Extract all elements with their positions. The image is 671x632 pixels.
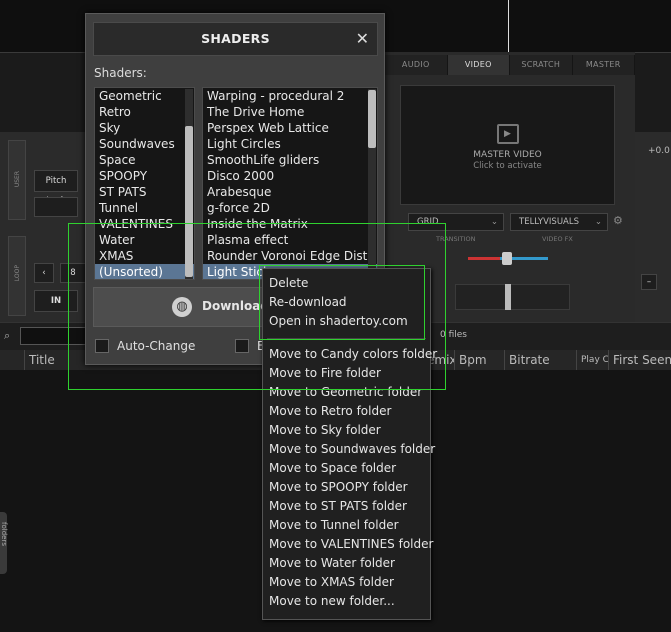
crossfader-track (455, 284, 570, 310)
menu-item-move[interactable]: Move to Water folder (263, 554, 430, 573)
user-label: USER (14, 171, 21, 188)
folders-side-tab[interactable]: folders (0, 512, 8, 574)
chevron-down-icon: ⌄ (594, 217, 602, 227)
shader-scroll-thumb[interactable] (368, 90, 376, 148)
folder-item[interactable]: Retro (95, 104, 194, 120)
menu-item-move[interactable]: Move to XMAS folder (263, 573, 430, 592)
menu-item-move[interactable]: Move to Sky folder (263, 421, 430, 440)
folders-tab-label: folders (0, 522, 8, 546)
master-video-subtitle: Click to activate (473, 161, 542, 171)
loop-panel: LOOP (8, 236, 26, 316)
shader-item[interactable]: Light Circles (203, 136, 377, 152)
loop-label: LOOP (14, 265, 21, 282)
menu-item-move[interactable]: Move to SPOOPY folder (263, 478, 430, 497)
master-video-title: MASTER VIDEO (473, 150, 542, 160)
shader-item[interactable]: The Drive Home (203, 104, 377, 120)
tab-scratch[interactable]: SCRATCH (510, 55, 573, 75)
folder-item[interactable]: Sky (95, 120, 194, 136)
dialog-header: SHADERS ✕ (93, 22, 378, 56)
column-playcount[interactable]: Play Co (576, 350, 608, 370)
menu-item-move[interactable]: Move to Space folder (263, 459, 430, 478)
master-video-preview[interactable]: ▶ MASTER VIDEO Click to activate (400, 85, 615, 205)
videofx-value: TELLYVISUALS (519, 217, 579, 227)
shader-item[interactable]: Warping - procedural 2 (203, 88, 377, 104)
shaders-label: Shaders: (94, 66, 147, 80)
videofx-dropdown[interactable]: TELLYVISUALS ⌄ (510, 213, 608, 231)
shader-item[interactable]: Perspex Web Lattice (203, 120, 377, 136)
highlight-box-inner (259, 265, 425, 340)
folder-item[interactable]: Geometric (95, 88, 194, 104)
menu-item-move[interactable]: Move to Soundwaves folder (263, 440, 435, 459)
folder-item[interactable]: Space (95, 152, 194, 168)
column-first-seen[interactable]: First Seen (608, 350, 671, 370)
menu-item-move[interactable]: Move to Retro folder (263, 402, 430, 421)
menu-item-move[interactable]: Move to VALENTINES folder (263, 535, 433, 554)
crossfader-knob[interactable] (505, 284, 511, 310)
shader-item[interactable]: Arabesque (203, 184, 377, 200)
column-bpm[interactable]: Bpm (454, 350, 504, 370)
folder-item[interactable]: Soundwaves (95, 136, 194, 152)
cursor-line (508, 0, 509, 52)
video-level-knob[interactable] (502, 252, 512, 265)
column-bitrate[interactable]: Bitrate (504, 350, 576, 370)
video-tabs: AUDIO VIDEO SCRATCH MASTER (385, 55, 635, 75)
pitch-lock-button[interactable]: Pitch Lock (34, 170, 78, 206)
menu-item-move[interactable]: Move to ST PATS folder (263, 497, 430, 516)
gear-icon[interactable]: ⚙ (613, 214, 623, 227)
folder-item[interactable]: Tunnel (95, 200, 194, 216)
minus-button[interactable]: – (641, 274, 657, 290)
user-panel: USER (8, 140, 26, 220)
shader-item[interactable]: Disco 2000 (203, 168, 377, 184)
search-icon: ⌕ (4, 329, 11, 342)
column-spacer (0, 350, 24, 370)
close-icon[interactable]: ✕ (356, 23, 369, 55)
menu-item-move[interactable]: Move to Tunnel folder (263, 516, 430, 535)
film-icon: ▶ (496, 124, 519, 144)
shader-item[interactable]: SmoothLife gliders (203, 152, 377, 168)
tab-audio[interactable]: AUDIO (385, 55, 448, 75)
chevron-down-icon: ⌄ (490, 217, 498, 227)
shader-item[interactable]: g-force 2D (203, 200, 377, 216)
folder-item[interactable]: ST PATS (95, 184, 194, 200)
tab-video[interactable]: VIDEO (447, 55, 510, 75)
deck-pad-button[interactable] (34, 197, 78, 217)
right-deck-panel (635, 132, 671, 322)
videofx-label: VIDEO FX (542, 235, 573, 243)
pitch-value: +0.0 (648, 146, 670, 156)
folder-item[interactable]: SPOOPY (95, 168, 194, 184)
menu-item-move-new-folder[interactable]: Move to new folder... (263, 592, 430, 611)
loop-prev-button[interactable]: ‹ (34, 263, 54, 283)
dialog-title: SHADERS (201, 31, 270, 46)
tab-master[interactable]: MASTER (572, 55, 635, 75)
